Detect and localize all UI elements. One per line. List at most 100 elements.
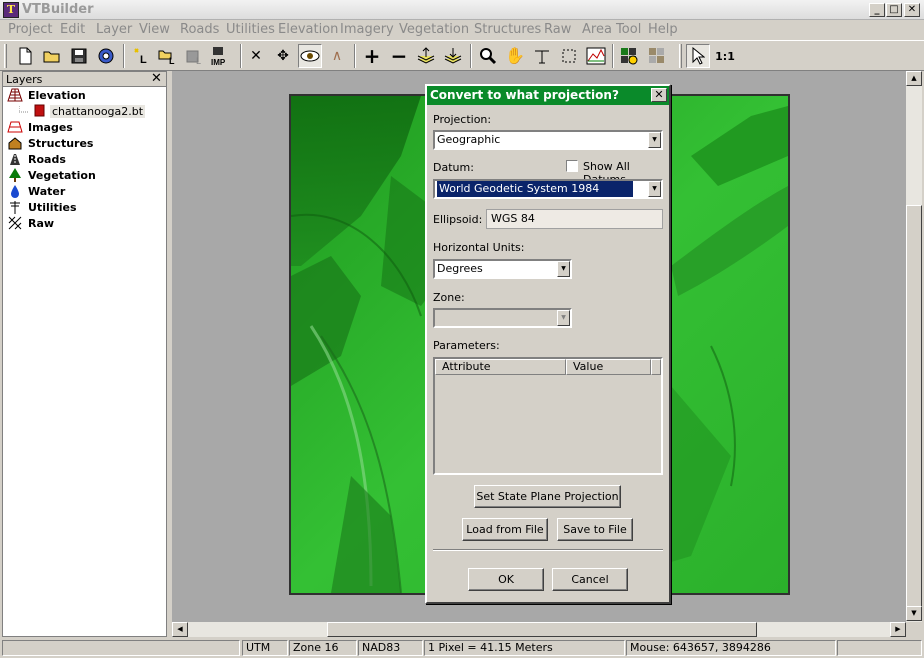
menu-view[interactable]: View xyxy=(139,22,170,38)
scroll-left-arrow-icon[interactable]: ◀ xyxy=(172,622,188,637)
tile-grid-icon[interactable] xyxy=(617,44,641,68)
save-to-file-button[interactable]: Save to File xyxy=(557,518,633,541)
new-file-icon[interactable] xyxy=(13,44,37,68)
toolbar-grip-2[interactable] xyxy=(679,44,682,68)
horizontal-scrollbar[interactable]: ◀ ▶ xyxy=(172,622,906,637)
chevron-down-icon[interactable]: ▼ xyxy=(648,132,661,148)
eye-icon[interactable] xyxy=(298,44,322,68)
layers-panel: Layers ✕ Elevation chattanooga2.bt Image… xyxy=(2,71,167,637)
horizontal-scroll-thumb[interactable] xyxy=(327,622,757,637)
dialog-close-button[interactable]: ✕ xyxy=(651,88,667,102)
maximize-button[interactable]: □ xyxy=(886,3,902,17)
layer-label: Elevation xyxy=(28,88,86,102)
vertical-scroll-thumb[interactable] xyxy=(906,205,922,615)
profile-graph-icon[interactable] xyxy=(584,44,608,68)
ok-button[interactable]: OK xyxy=(468,568,544,591)
zone-select[interactable]: ▼ xyxy=(433,308,572,328)
chevron-down-icon[interactable]: ▼ xyxy=(557,310,570,326)
menu-layer[interactable]: Layer xyxy=(96,22,132,38)
layer-vegetation[interactable]: Vegetation xyxy=(7,167,96,183)
scroll-down-arrow-icon[interactable]: ▼ xyxy=(906,606,922,621)
tile-grid-disabled-icon[interactable] xyxy=(645,44,669,68)
datum-select[interactable]: World Geodetic System 1984 ▼ xyxy=(433,179,663,199)
caret-icon[interactable]: ∧ xyxy=(325,44,349,68)
pan-hand-icon[interactable]: ✋ xyxy=(503,44,527,68)
menu-edit[interactable]: Edit xyxy=(60,22,85,38)
set-state-plane-button[interactable]: Set State Plane Projection xyxy=(474,485,621,508)
open-folder-icon[interactable] xyxy=(40,44,64,68)
status-bar: UTM Zone 16 NAD83 1 Pixel = 41.15 Meters… xyxy=(0,638,924,658)
menu-elevation[interactable]: Elevation xyxy=(278,22,338,38)
tree-connector xyxy=(19,105,29,112)
layer-label: Utilities xyxy=(28,200,77,214)
layer-label: Water xyxy=(28,184,66,198)
parameters-table[interactable]: Attribute Value xyxy=(433,357,663,475)
layer-structures[interactable]: Structures xyxy=(7,135,93,151)
close-window-button[interactable]: ✕ xyxy=(904,3,920,17)
toolbar: L L L IMP ✕ ✥ ∧ + − ✋ 1:1 xyxy=(0,40,924,71)
ellipsoid-field: WGS 84 xyxy=(486,209,663,229)
layer-stack-down-icon[interactable] xyxy=(441,44,465,68)
menu-area-tool[interactable]: Area Tool xyxy=(582,22,641,38)
save-layer-icon[interactable]: L xyxy=(182,44,206,68)
select-area-icon[interactable] xyxy=(557,44,581,68)
pointer-arrow-icon[interactable] xyxy=(686,44,710,68)
import-icon[interactable]: IMP xyxy=(209,44,237,68)
status-extra xyxy=(837,640,922,656)
layer-stack-up-icon[interactable] xyxy=(414,44,438,68)
open-layer-icon[interactable]: L xyxy=(155,44,179,68)
chevron-down-icon[interactable]: ▼ xyxy=(648,181,661,197)
zoom-plus-icon[interactable]: + xyxy=(360,44,384,68)
column-header-attribute[interactable]: Attribute xyxy=(435,359,566,375)
save-disk-icon[interactable] xyxy=(67,44,91,68)
layer-elevation[interactable]: Elevation xyxy=(7,87,86,103)
new-layer-icon[interactable]: L xyxy=(128,44,152,68)
distance-tool-icon[interactable] xyxy=(530,44,554,68)
layer-water[interactable]: Water xyxy=(7,183,65,199)
menu-help[interactable]: Help xyxy=(648,22,678,38)
load-from-file-button[interactable]: Load from File xyxy=(462,518,548,541)
layer-utilities[interactable]: Utilities xyxy=(7,199,77,215)
projection-value: Geographic xyxy=(437,133,501,146)
tree-icon xyxy=(7,168,23,182)
move-arrows-icon[interactable]: ✥ xyxy=(271,44,295,68)
projection-select[interactable]: Geographic ▼ xyxy=(433,130,663,150)
cancel-button[interactable]: Cancel xyxy=(552,568,628,591)
raw-hatch-icon xyxy=(7,216,23,230)
minimize-button[interactable]: _ xyxy=(869,3,885,17)
menu-raw[interactable]: Raw xyxy=(544,22,571,38)
svg-text:IMP: IMP xyxy=(211,58,226,66)
toolbar-grip[interactable] xyxy=(4,44,7,68)
menu-project[interactable]: Project xyxy=(8,22,52,38)
layer-roads[interactable]: Roads xyxy=(7,151,66,167)
zoom-minus-icon[interactable]: − xyxy=(387,44,411,68)
menu-structures[interactable]: Structures xyxy=(474,22,541,38)
status-mouse-coords: Mouse: 643657, 3894286 xyxy=(626,640,836,656)
horizontal-units-select[interactable]: Degrees ▼ xyxy=(433,259,572,279)
menu-imagery[interactable]: Imagery xyxy=(340,22,394,38)
menu-vegetation[interactable]: Vegetation xyxy=(399,22,469,38)
layer-label: Images xyxy=(28,120,73,134)
layer-label: Raw xyxy=(28,216,55,230)
menu-roads[interactable]: Roads xyxy=(180,22,219,38)
gear-icon[interactable] xyxy=(94,44,118,68)
ellipsoid-label: Ellipsoid: xyxy=(433,213,483,226)
magnifier-icon[interactable] xyxy=(476,44,500,68)
column-header-value[interactable]: Value xyxy=(566,359,651,375)
layer-label: Roads xyxy=(28,152,66,166)
scroll-up-arrow-icon[interactable]: ▲ xyxy=(906,71,922,86)
scroll-right-arrow-icon[interactable]: ▶ xyxy=(890,622,906,637)
layer-raw[interactable]: Raw xyxy=(7,215,54,231)
chevron-down-icon[interactable]: ▼ xyxy=(557,261,570,277)
zoom-one-to-one-button[interactable]: 1:1 xyxy=(713,44,737,68)
delete-x-icon[interactable]: ✕ xyxy=(244,44,268,68)
menu-utilities[interactable]: Utilities xyxy=(226,22,275,38)
close-icon[interactable]: ✕ xyxy=(151,71,162,86)
house-icon xyxy=(7,136,23,150)
app-icon: T xyxy=(3,2,19,18)
vertical-scrollbar[interactable]: ▲ ▼ xyxy=(906,71,922,622)
title-bar: T VTBuilder _ □ ✕ xyxy=(0,0,924,20)
show-all-datums-checkbox[interactable] xyxy=(566,160,578,172)
layer-images[interactable]: Images xyxy=(7,119,73,135)
layer-child-file[interactable]: chattanooga2.bt xyxy=(19,103,146,120)
